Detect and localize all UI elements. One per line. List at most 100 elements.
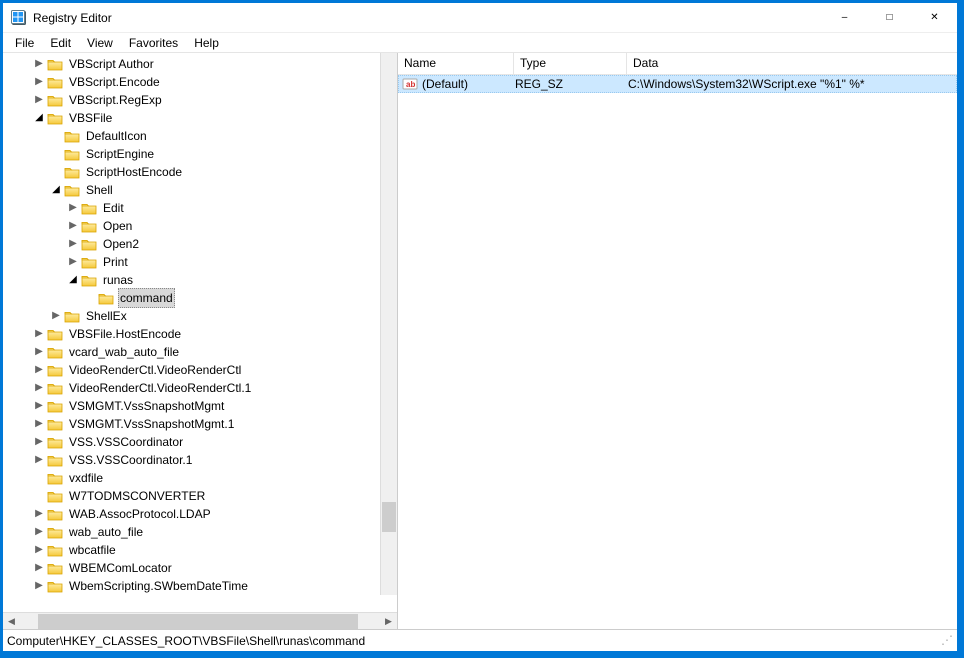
scroll-left-button[interactable]: ◀ xyxy=(3,613,20,630)
value-name: (Default) xyxy=(422,77,515,91)
chevron-right-icon[interactable]: ▶ xyxy=(33,397,45,415)
tree-node[interactable]: ▶ ShellEx xyxy=(3,307,397,325)
chevron-down-icon[interactable]: ◢ xyxy=(33,109,45,127)
tree-node[interactable]: ▶ VBScript.RegExp xyxy=(3,91,397,109)
folder-icon xyxy=(64,310,80,323)
tree-node[interactable]: ▶ VSS.VSSCoordinator xyxy=(3,433,397,451)
chevron-right-icon[interactable]: ▶ xyxy=(33,73,45,91)
chevron-right-icon[interactable]: ▶ xyxy=(33,415,45,433)
folder-icon xyxy=(64,166,80,179)
vertical-scrollbar[interactable] xyxy=(380,53,397,595)
menu-view[interactable]: View xyxy=(79,34,121,52)
tree-node-selected[interactable]: command xyxy=(3,289,397,307)
chevron-right-icon[interactable]: ▶ xyxy=(33,505,45,523)
folder-icon xyxy=(47,76,63,89)
tree-node[interactable]: ▶ VBScript.Encode xyxy=(3,73,397,91)
tree-node[interactable]: ▶ WAB.AssocProtocol.LDAP xyxy=(3,505,397,523)
tree-node[interactable]: ▶ wab_auto_file xyxy=(3,523,397,541)
column-header-type[interactable]: Type xyxy=(514,53,627,74)
tree-scroll-area[interactable]: ▶ VBScript Author ▶ VBScript.Encode ▶ VB… xyxy=(3,53,397,612)
tree-node[interactable]: ▶ VSS.VSSCoordinator.1 xyxy=(3,451,397,469)
chevron-right-icon[interactable]: ▶ xyxy=(33,523,45,541)
window-title: Registry Editor xyxy=(33,11,112,25)
chevron-right-icon[interactable]: ▶ xyxy=(33,325,45,343)
tree-node[interactable]: ◢ VBSFile xyxy=(3,109,397,127)
tree-node[interactable]: W7TODMSCONVERTER xyxy=(3,487,397,505)
tree-node[interactable]: ▶ VBSFile.HostEncode xyxy=(3,325,397,343)
folder-icon xyxy=(47,112,63,125)
tree-node[interactable]: ◢ runas xyxy=(3,271,397,289)
tree-node[interactable]: ▶ Open2 xyxy=(3,235,397,253)
column-header-name[interactable]: Name xyxy=(398,53,514,74)
chevron-right-icon[interactable]: ▶ xyxy=(33,55,45,73)
tree-node[interactable]: ▶ Print xyxy=(3,253,397,271)
tree-node[interactable]: ScriptEngine xyxy=(3,145,397,163)
registry-tree[interactable]: ▶ VBScript Author ▶ VBScript.Encode ▶ VB… xyxy=(3,53,397,597)
scrollbar-track[interactable] xyxy=(20,613,380,630)
list-body[interactable]: (Default) REG_SZ C:\Windows\System32\WSc… xyxy=(398,75,957,629)
titlebar[interactable]: Registry Editor – □ ✕ xyxy=(3,3,957,33)
scroll-right-button[interactable]: ▶ xyxy=(380,613,397,630)
folder-icon xyxy=(47,400,63,413)
maximize-button[interactable]: □ xyxy=(867,3,912,32)
tree-node[interactable]: ▶ VideoRenderCtl.VideoRenderCtl xyxy=(3,361,397,379)
folder-icon xyxy=(81,256,97,269)
app-icon xyxy=(11,10,27,26)
tree-node[interactable]: vxdfile xyxy=(3,469,397,487)
value-data: C:\Windows\System32\WScript.exe "%1" %* xyxy=(628,77,956,91)
folder-icon xyxy=(47,472,63,485)
chevron-right-icon[interactable]: ▶ xyxy=(33,451,45,469)
folder-icon xyxy=(47,58,63,71)
value-type: REG_SZ xyxy=(515,77,628,91)
tree-node[interactable]: ▶ VBScript Author xyxy=(3,55,397,73)
chevron-down-icon[interactable]: ◢ xyxy=(50,181,62,199)
chevron-right-icon[interactable]: ▶ xyxy=(33,433,45,451)
chevron-right-icon[interactable]: ▶ xyxy=(33,559,45,577)
tree-node[interactable]: ▶ VideoRenderCtl.VideoRenderCtl.1 xyxy=(3,379,397,397)
value-row[interactable]: (Default) REG_SZ C:\Windows\System32\WSc… xyxy=(398,75,957,93)
resize-grip-icon[interactable]: ⋰ xyxy=(937,633,953,649)
tree-node[interactable]: ▶ VSMGMT.VssSnapshotMgmt.1 xyxy=(3,415,397,433)
close-button[interactable]: ✕ xyxy=(912,3,957,32)
chevron-right-icon[interactable]: ▶ xyxy=(33,541,45,559)
chevron-right-icon[interactable]: ▶ xyxy=(67,199,79,217)
list-header: Name Type Data xyxy=(398,53,957,75)
minimize-button[interactable]: – xyxy=(822,3,867,32)
column-header-data[interactable]: Data xyxy=(627,53,957,74)
tree-node[interactable]: ◢ Shell xyxy=(3,181,397,199)
tree-node[interactable]: ▶ VSMGMT.VssSnapshotMgmt xyxy=(3,397,397,415)
menu-edit[interactable]: Edit xyxy=(42,34,79,52)
menu-help[interactable]: Help xyxy=(186,34,227,52)
tree-node[interactable]: ▶ Open xyxy=(3,217,397,235)
chevron-right-icon[interactable]: ▶ xyxy=(67,253,79,271)
values-pane: Name Type Data (Default) REG_SZ C:\Windo… xyxy=(398,53,957,629)
folder-icon xyxy=(98,292,114,305)
folder-icon xyxy=(47,562,63,575)
tree-node[interactable]: ▶ WBEMComLocator xyxy=(3,559,397,577)
scrollbar-thumb[interactable] xyxy=(38,614,358,629)
chevron-right-icon[interactable]: ▶ xyxy=(67,235,79,253)
chevron-right-icon[interactable]: ▶ xyxy=(50,307,62,325)
chevron-right-icon[interactable]: ▶ xyxy=(33,343,45,361)
tree-node[interactable]: DefaultIcon xyxy=(3,127,397,145)
folder-icon xyxy=(47,544,63,557)
chevron-down-icon[interactable]: ◢ xyxy=(67,271,79,289)
string-value-icon xyxy=(402,76,418,92)
folder-icon xyxy=(47,508,63,521)
horizontal-scrollbar[interactable]: ◀ ▶ xyxy=(3,612,397,629)
tree-node[interactable]: ▶ wbcatfile xyxy=(3,541,397,559)
folder-icon xyxy=(47,346,63,359)
menu-file[interactable]: File xyxy=(7,34,42,52)
menu-favorites[interactable]: Favorites xyxy=(121,34,186,52)
tree-node[interactable]: ▶ WbemScripting.SWbemDateTime xyxy=(3,577,397,595)
chevron-right-icon[interactable]: ▶ xyxy=(33,577,45,595)
scrollbar-thumb[interactable] xyxy=(382,502,396,532)
chevron-right-icon[interactable]: ▶ xyxy=(67,217,79,235)
chevron-right-icon[interactable]: ▶ xyxy=(33,361,45,379)
tree-node[interactable]: ▶ Edit xyxy=(3,199,397,217)
tree-node[interactable]: ScriptHostEncode xyxy=(3,163,397,181)
chevron-right-icon[interactable]: ▶ xyxy=(33,91,45,109)
tree-node[interactable]: ▶ vcard_wab_auto_file xyxy=(3,343,397,361)
chevron-right-icon[interactable]: ▶ xyxy=(33,379,45,397)
folder-icon xyxy=(47,364,63,377)
